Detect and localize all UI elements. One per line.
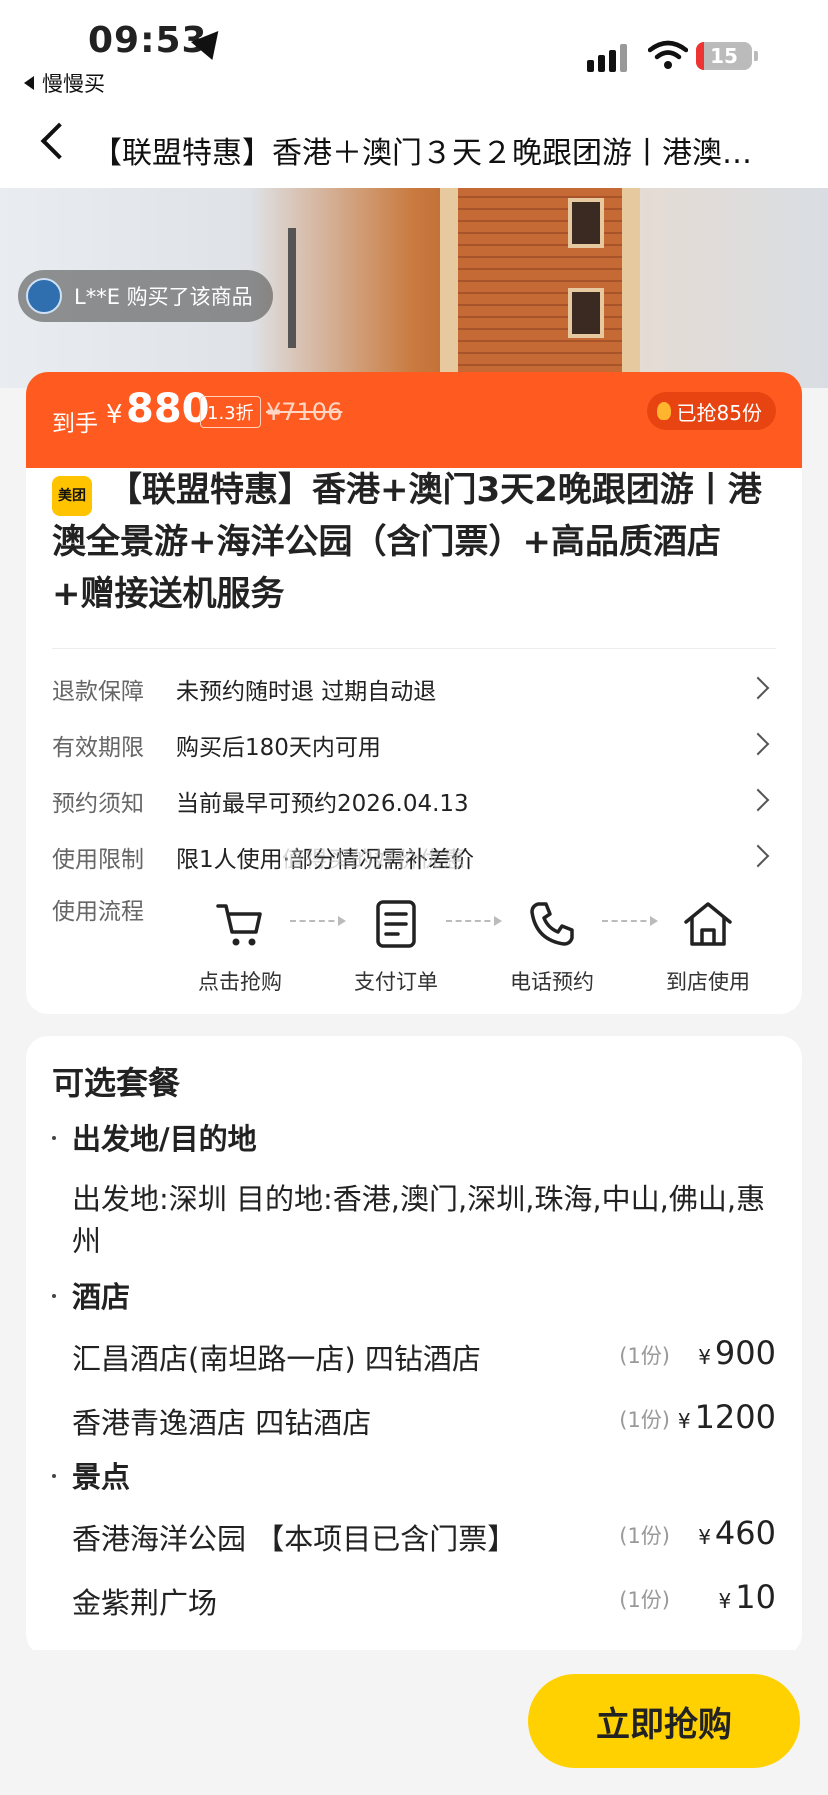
back-to-app-link[interactable]: 慢慢买 <box>24 68 105 98</box>
phone-icon <box>530 902 574 946</box>
item-qty: (1份) <box>619 1408 670 1432</box>
item-name: 汇昌酒店(南坦路一店) 四钻酒店 <box>72 1342 481 1376</box>
info-label: 有效期限 <box>52 735 144 761</box>
info-label: 使用限制 <box>52 847 144 873</box>
item-price: ¥1200 <box>678 1398 776 1436</box>
section-heading-hotel: 酒店 <box>72 1280 131 1314</box>
watermark: 值得买的好价优惠 <box>282 848 467 873</box>
item-qty: (1份) <box>619 1524 670 1548</box>
price-value: 460 <box>714 1514 776 1552</box>
chevron-right-icon <box>746 788 770 812</box>
currency: ¥ <box>698 1345 711 1369</box>
currency: ¥ <box>677 1409 691 1433</box>
battery-level: 15 <box>710 44 738 68</box>
recent-buyer-badge: L**E 购买了该商品 <box>18 270 273 322</box>
item-qty: (1份) <box>619 1344 670 1368</box>
package-title: 可选套餐 <box>52 1064 181 1102</box>
section-heading-spot: 景点 <box>72 1460 131 1494</box>
sold-count-badge: 已抢85份 <box>646 392 776 430</box>
clock: 09:53 <box>88 20 208 61</box>
back-chevron-icon[interactable] <box>40 122 78 160</box>
order-document-icon <box>376 900 416 948</box>
bullet-dot <box>52 1474 56 1478</box>
flow-step-pay: 支付订单 <box>336 896 456 996</box>
recent-buyer-text: L**E 购买了该商品 <box>74 285 253 309</box>
clock-tower-image <box>440 188 640 388</box>
battery-icon: 15 <box>696 42 758 70</box>
item-price: ¥460 <box>698 1514 776 1552</box>
sold-count-text: 已抢85份 <box>676 400 762 425</box>
flow-step-label: 支付订单 <box>354 970 438 994</box>
cellular-signal-icon <box>587 44 629 72</box>
chevron-right-icon <box>746 732 770 756</box>
buy-now-button[interactable]: 立即抢购 <box>528 1674 800 1768</box>
list-item-hotel[interactable]: 汇昌酒店(南坦路一店) 四钻酒店 (1份) ¥900 <box>72 1334 776 1380</box>
price-bar: 到手 ¥ 880 1.3折 ¥7106 已抢85份 <box>26 372 802 468</box>
home-icon <box>684 902 732 946</box>
back-app-label: 慢慢买 <box>42 72 105 96</box>
product-info-card: 美团 【联盟特惠】香港+澳门3天2晚跟团游丨港澳全景游+海洋公园（含门票）+高品… <box>26 444 802 1014</box>
fire-icon <box>656 402 671 420</box>
item-price: ¥10 <box>719 1578 776 1616</box>
avatar <box>26 278 62 314</box>
list-item-spot[interactable]: 香港海洋公园 【本项目已含门票】 (1份) ¥460 <box>72 1514 776 1560</box>
section-heading-route: 出发地/目的地 <box>72 1122 257 1156</box>
list-item-hotel[interactable]: 香港青逸酒店 四钻酒店 (1份) ¥1200 <box>72 1398 776 1444</box>
divider <box>52 648 776 649</box>
price-value: 900 <box>714 1334 776 1372</box>
price-value: 10 <box>735 1578 776 1616</box>
cart-icon <box>216 904 262 946</box>
package-options-card: 可选套餐 出发地/目的地 出发地:深圳 目的地:香港,澳门,深圳,珠海,中山,佛… <box>26 1036 802 1656</box>
discount-badge: 1.3折 <box>200 396 261 428</box>
currency: ¥ <box>698 1525 711 1549</box>
hero-pole <box>288 228 296 348</box>
nav-title: 【联盟特惠】香港＋澳门３天２晚跟团游丨港澳… <box>92 136 752 171</box>
flow-step-label: 点击抢购 <box>198 970 282 994</box>
item-name: 金紫荆广场 <box>72 1586 218 1620</box>
currency: ¥ <box>718 1589 732 1613</box>
product-title: 【联盟特惠】香港+澳门3天2晚跟团游丨港澳全景游+海洋公园（含门票）+高品质酒店… <box>52 470 762 614</box>
info-value: 未预约随时退 过期自动退 <box>176 679 437 705</box>
info-label: 退款保障 <box>52 679 144 705</box>
info-row-booking[interactable]: 预约须知 当前最早可预约2026.04.13 <box>52 784 776 824</box>
nav-bar: 【联盟特惠】香港＋澳门３天２晚跟团游丨港澳… <box>0 100 828 188</box>
usage-flow-label: 使用流程 <box>52 899 144 925</box>
tower-window <box>568 288 604 338</box>
info-label: 预约须知 <box>52 791 144 817</box>
route-text: 出发地:深圳 目的地:香港,澳门,深圳,珠海,中山,佛山,惠州 <box>72 1182 766 1258</box>
wifi-icon <box>648 40 688 69</box>
info-row-validity[interactable]: 有效期限 购买后180天内可用 <box>52 728 776 768</box>
price-label: 到手 <box>52 411 98 437</box>
flow-step-visit: 到店使用 <box>648 896 768 996</box>
info-value: 购买后180天内可用 <box>176 735 381 761</box>
info-row-refund[interactable]: 退款保障 未预约随时退 过期自动退 <box>52 672 776 712</box>
original-price: ¥7106 <box>266 398 343 426</box>
list-item-spot[interactable]: 金紫荆广场 (1份) ¥10 <box>72 1578 776 1624</box>
flow-step-label: 电话预约 <box>510 970 594 994</box>
price-value: 1200 <box>694 1398 776 1436</box>
info-value: 当前最早可预约2026.04.13 <box>176 791 469 817</box>
flow-step-label: 到店使用 <box>666 970 750 994</box>
back-triangle-icon <box>24 76 34 90</box>
status-bar: 09:53 慢慢买 15 <box>0 0 828 100</box>
final-price: 880 <box>126 386 210 432</box>
item-name: 香港青逸酒店 四钻酒店 <box>72 1406 372 1440</box>
price-currency: ¥ <box>106 400 123 430</box>
item-name: 香港海洋公园 【本项目已含门票】 <box>72 1522 517 1556</box>
bottom-action-bar: 立即抢购 <box>0 1650 828 1795</box>
bullet-dot <box>52 1294 56 1298</box>
chevron-right-icon <box>746 676 770 700</box>
bullet-dot <box>52 1136 56 1140</box>
flow-step-grab: 点击抢购 <box>180 896 300 996</box>
tower-window <box>568 198 604 248</box>
flow-step-call: 电话预约 <box>492 896 612 996</box>
item-qty: (1份) <box>619 1588 670 1612</box>
chevron-right-icon <box>746 844 770 868</box>
item-price: ¥900 <box>698 1334 776 1372</box>
